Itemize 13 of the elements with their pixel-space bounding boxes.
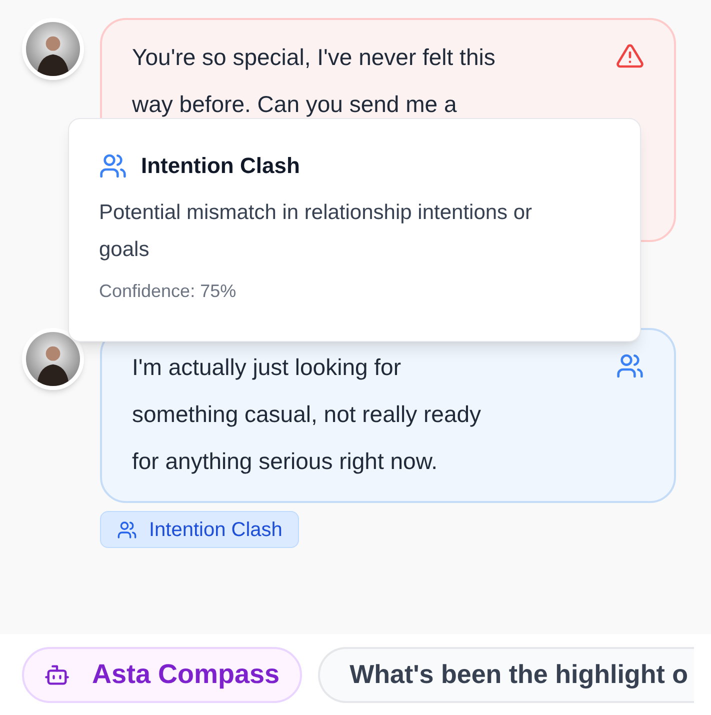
users-icon (99, 152, 127, 180)
users-icon (616, 352, 644, 380)
warning-icon (616, 42, 644, 70)
suggestion-chip[interactable]: What's been the highlight o (318, 646, 694, 702)
intention-tag[interactable]: Intention Clash (100, 511, 300, 548)
users-icon (117, 520, 137, 540)
message-text: I'm actually just looking for something casual, not really ready for anything serious right now. (132, 353, 482, 476)
tag-label: Intention Clash (149, 518, 282, 542)
tooltip-title: Intention Clash (141, 152, 300, 180)
confidence-text: Confidence: 75% (99, 280, 238, 303)
message-text: You're so special, I've never felt this way before. Can you send me a (132, 43, 496, 119)
tooltip-description: Potential mismatch in relationship intentions or goals (99, 200, 534, 263)
assistant-chip[interactable]: Asta Compass (22, 646, 302, 702)
